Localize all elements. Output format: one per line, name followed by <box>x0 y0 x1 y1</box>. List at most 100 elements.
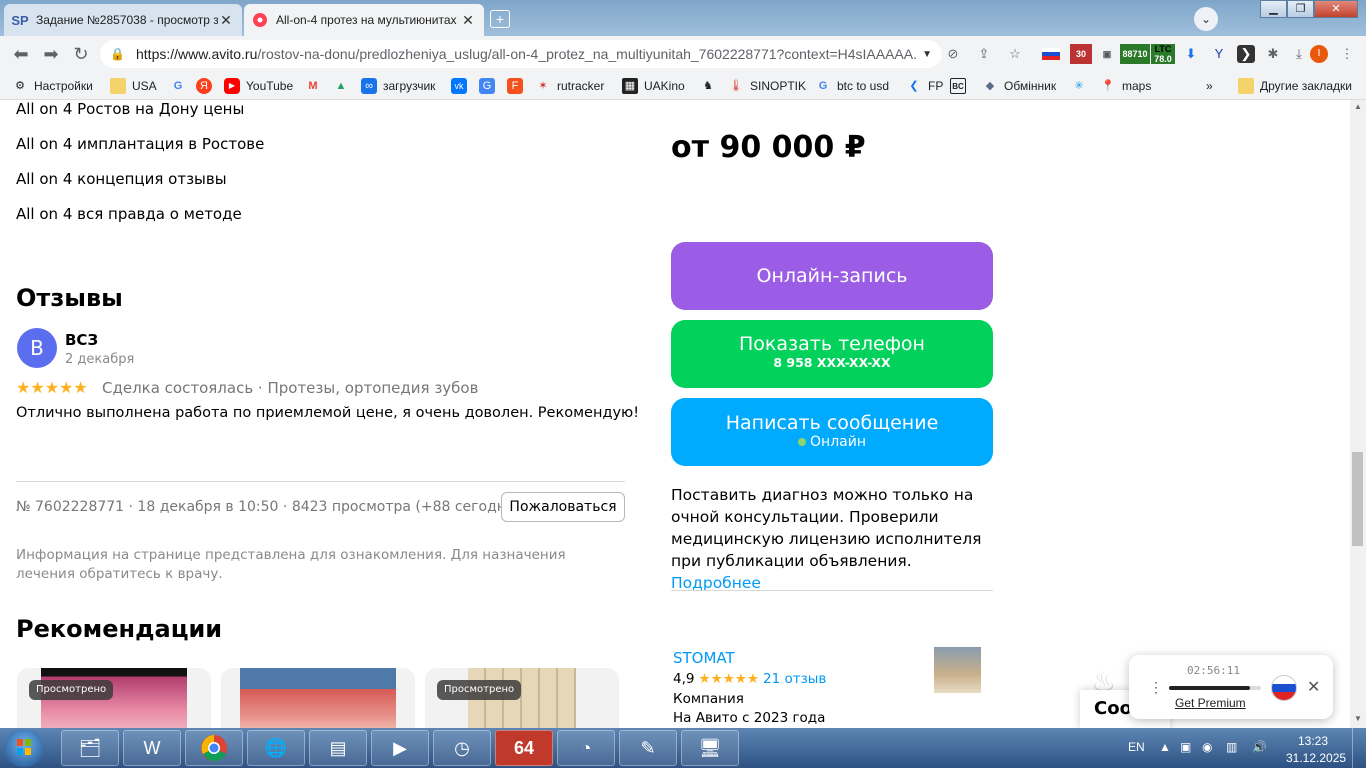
bookmark-maps[interactable]: 📍 maps <box>1100 77 1151 95</box>
bookmark-usa[interactable]: USA <box>110 77 157 95</box>
bookmark-star[interactable]: ✳ <box>1071 77 1093 95</box>
bookmark-f[interactable]: F <box>507 77 529 95</box>
start-button[interactable] <box>4 729 44 767</box>
minimize-button[interactable]: ▁ <box>1260 0 1287 18</box>
clock-date[interactable]: 31.12.2025 <box>1286 751 1346 765</box>
show-desktop-button[interactable] <box>1352 728 1366 768</box>
monitor-icon[interactable]: 🖥 <box>681 730 739 766</box>
downloads-icon[interactable]: ⤓ <box>1290 45 1308 63</box>
clock-time[interactable]: 13:23 <box>1298 734 1328 748</box>
taskbar: 🗂 W 🌐 ▤ ▶ ◷ 64 ◔ ✎ 🖥 EN ▲ ▣ ◉ ▥ 🔊 13:23 … <box>0 728 1366 768</box>
scroll-up-icon[interactable]: ▲ <box>1354 102 1362 111</box>
ltc-price-badge[interactable]: LTC 78.0 <box>1151 44 1175 64</box>
tray-expand-icon[interactable]: ▲ <box>1159 740 1171 754</box>
briefcase-icon[interactable]: ▣ <box>1097 44 1117 64</box>
btc-price-badge[interactable]: 88710 <box>1120 44 1150 64</box>
extensions-puzzle-icon[interactable]: ✱ <box>1264 45 1282 63</box>
complain-button[interactable]: Пожаловаться <box>501 492 625 522</box>
tray-app-icon[interactable]: ▣ <box>1180 740 1191 754</box>
window-close-button[interactable]: ✕ <box>1314 0 1358 18</box>
block-icon[interactable]: ⊘ <box>944 45 962 63</box>
bookmark-gmail[interactable]: M <box>305 77 327 95</box>
avatar[interactable]: В <box>17 328 57 368</box>
write-message-button[interactable]: Написать сообщение Онлайн <box>671 398 993 466</box>
wise-care-icon[interactable]: W <box>123 730 181 766</box>
bookmark-rutracker[interactable]: ✶ rutracker <box>535 77 604 95</box>
seller-photo[interactable] <box>934 647 981 693</box>
arrow-extension-icon[interactable]: ❯ <box>1237 45 1255 63</box>
chrome-icon[interactable] <box>185 730 243 766</box>
review-author[interactable]: ВСЗ <box>65 331 98 349</box>
seller-reviews-link[interactable]: 21 отзыв <box>763 671 826 687</box>
forward-icon[interactable]: ➡ <box>40 43 62 65</box>
reload-icon[interactable]: ↻ <box>70 43 92 65</box>
seo-link[interactable]: All on 4 Ростов на Дону цены <box>16 100 244 118</box>
bookmark-vk[interactable]: vk <box>451 77 473 95</box>
bookmark-btc-to-usd[interactable]: Gbtc to usd <box>815 77 889 95</box>
bookmark-youtube[interactable]: ▶ YouTube <box>224 77 293 95</box>
app-icon[interactable]: ▤ <box>309 730 367 766</box>
dropdown-icon[interactable]: ▼ <box>922 49 932 60</box>
seo-link[interactable]: All on 4 концепция отзывы <box>16 170 227 188</box>
bookmark-downloader[interactable]: ∞ загрузчик <box>361 77 435 95</box>
bookmark-sinoptik[interactable]: 🌡 SINOPTIK <box>728 77 806 95</box>
bookmark-uakino[interactable]: ▦ UAKino <box>622 77 685 95</box>
get-premium-link[interactable]: Get Premium <box>1175 696 1246 710</box>
y-extension-icon[interactable]: Y <box>1210 45 1228 63</box>
profile-avatar[interactable]: I <box>1310 45 1328 63</box>
other-bookmarks[interactable]: Другие закладки <box>1238 77 1352 95</box>
new-tab-button[interactable]: + <box>490 10 510 28</box>
tab-search-icon[interactable]: ⌄ <box>1194 7 1218 31</box>
more-options-icon[interactable]: ⋮ <box>1149 679 1163 696</box>
notepad-icon[interactable]: ✎ <box>619 730 677 766</box>
language-indicator[interactable]: EN <box>1128 740 1145 754</box>
seo-link[interactable]: All on 4 вся правда о методе <box>16 205 242 223</box>
recommendation-card[interactable] <box>221 668 415 728</box>
bookmark-exchanger[interactable]: ◆ Обмінник <box>982 77 1056 95</box>
close-icon[interactable]: ✕ <box>1307 677 1320 697</box>
tab-avito[interactable]: All-on-4 протез на мультиюнитах ✕ <box>244 4 484 36</box>
explorer-icon[interactable]: 🗂 <box>61 730 119 766</box>
viewed-badge: Просмотрено <box>437 680 522 700</box>
recommendation-card[interactable]: Просмотрено <box>17 668 211 728</box>
bookmark-google[interactable]: G <box>170 77 192 95</box>
network-icon[interactable]: ▥ <box>1226 740 1237 754</box>
bookmark-translate[interactable]: G <box>479 77 501 95</box>
bookmarks-more-button[interactable]: » <box>1206 77 1213 95</box>
64-icon[interactable]: 64 <box>495 730 553 766</box>
scrollbar[interactable]: ▲ ▼ <box>1350 100 1366 728</box>
media-player-icon[interactable]: ▶ <box>371 730 429 766</box>
show-phone-button[interactable]: Показать телефон 8 958 XXX-XX-XX <box>671 320 993 388</box>
bookmark-star-icon[interactable]: ☆ <box>1006 45 1024 63</box>
chart-icon[interactable]: ◔ <box>557 730 615 766</box>
share-icon[interactable]: ⇪ <box>975 45 993 63</box>
download-extension-icon[interactable]: ⬇ <box>1182 45 1200 63</box>
recommendation-card[interactable]: Просмотрено <box>425 668 619 728</box>
seller-type: Компания <box>673 691 744 707</box>
bookmark-horse[interactable]: ♞ <box>700 77 722 95</box>
online-booking-button[interactable]: Онлайн-запись <box>671 242 993 310</box>
back-icon[interactable]: ⬅ <box>10 43 32 65</box>
menu-icon[interactable]: ⋮ <box>1338 45 1356 63</box>
bookmark-yandex[interactable]: Я <box>196 77 218 95</box>
russia-flag-icon[interactable] <box>1042 48 1060 60</box>
tab-task[interactable]: SP Задание №2857038 - просмотр з ✕ <box>4 4 242 36</box>
scroll-thumb[interactable] <box>1352 452 1363 546</box>
bookmark-bc[interactable]: BC <box>950 77 972 95</box>
browser-icon[interactable]: 🌐 <box>247 730 305 766</box>
scroll-down-icon[interactable]: ▼ <box>1354 714 1362 723</box>
bookmark-drive[interactable]: ▲ <box>333 77 355 95</box>
seo-link[interactable]: All on 4 имплантация в Ростове <box>16 135 264 153</box>
close-icon[interactable]: ✕ <box>460 12 476 29</box>
extension-badge-30[interactable]: 30 <box>1070 44 1092 64</box>
volume-icon[interactable]: 🔊 <box>1252 740 1267 754</box>
close-icon[interactable]: ✕ <box>218 12 234 29</box>
tray-app-icon[interactable]: ◉ <box>1202 740 1212 754</box>
bookmark-settings[interactable]: ⚙ Настройки <box>12 77 93 95</box>
clock-icon[interactable]: ◷ <box>433 730 491 766</box>
bookmark-fp[interactable]: ❮ FP <box>906 77 943 95</box>
address-bar[interactable]: 🔒 https://www.avito.ru/rostov-na-donu/pr… <box>100 40 942 68</box>
maximize-button[interactable]: ❐ <box>1287 0 1314 18</box>
seller-name[interactable]: STOMAT <box>673 649 735 667</box>
russia-flag-icon[interactable] <box>1271 675 1297 701</box>
